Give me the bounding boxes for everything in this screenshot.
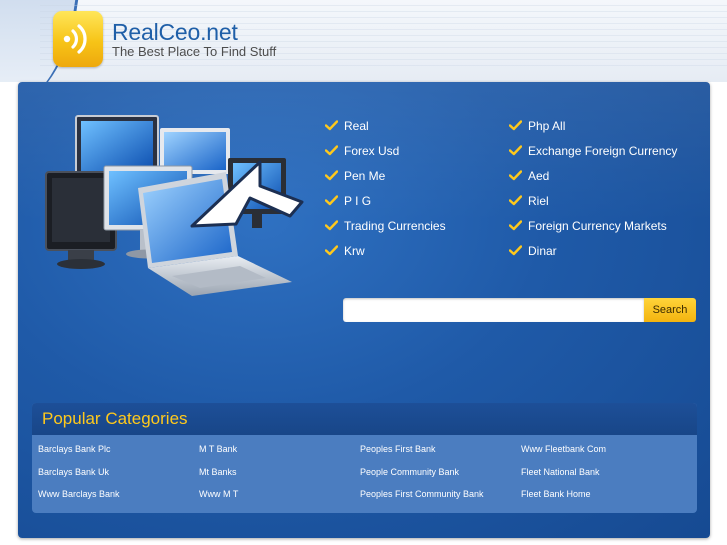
keyword-link[interactable]: Foreign Currency Markets: [509, 218, 689, 235]
popular-categories-header: Popular Categories: [32, 403, 697, 435]
site-logo[interactable]: [53, 11, 103, 67]
checkmark-icon: [325, 220, 338, 231]
keyword-link[interactable]: Php All: [509, 118, 689, 135]
main-panel: Real Forex Usd Pen Me P I G Trading Curr…: [18, 82, 710, 538]
checkmark-icon: [325, 170, 338, 181]
category-link[interactable]: Www Fleetbank Com: [521, 444, 681, 455]
category-column: Barclays Bank Plc Barclays Bank Uk Www B…: [38, 444, 198, 512]
category-link[interactable]: Fleet National Bank: [521, 467, 681, 478]
category-link[interactable]: Peoples First Bank: [360, 444, 520, 455]
checkmark-icon: [325, 145, 338, 156]
signal-waves-icon: [63, 24, 87, 54]
search-button[interactable]: Search: [644, 298, 696, 322]
checkmark-icon: [509, 195, 522, 206]
category-link[interactable]: Www Barclays Bank: [38, 489, 198, 500]
keyword-list-left: Real Forex Usd Pen Me P I G Trading Curr…: [325, 118, 495, 268]
checkmark-icon: [509, 220, 522, 231]
category-link[interactable]: People Community Bank: [360, 467, 520, 478]
keyword-label[interactable]: Forex Usd: [344, 144, 399, 158]
search-input[interactable]: [343, 298, 644, 322]
category-link[interactable]: Mt Banks: [199, 467, 359, 478]
keyword-link[interactable]: Riel: [509, 193, 689, 210]
keyword-list-right: Php All Exchange Foreign Currency Aed Ri…: [509, 118, 689, 268]
category-link[interactable]: M T Bank: [199, 444, 359, 455]
popular-categories-title: Popular Categories: [42, 409, 188, 428]
checkmark-icon: [325, 120, 338, 131]
keyword-link[interactable]: Exchange Foreign Currency: [509, 143, 689, 160]
keyword-link[interactable]: Krw: [325, 243, 495, 260]
keyword-label[interactable]: Real: [344, 119, 369, 133]
keyword-link[interactable]: Aed: [509, 168, 689, 185]
category-column: Peoples First Bank People Community Bank…: [360, 444, 520, 512]
checkmark-icon: [325, 245, 338, 256]
site-tagline: The Best Place To Find Stuff: [112, 44, 277, 59]
keyword-link[interactable]: Dinar: [509, 243, 689, 260]
keyword-label[interactable]: Pen Me: [344, 169, 385, 183]
keyword-label[interactable]: Aed: [528, 169, 549, 183]
computers-illustration: [45, 115, 304, 296]
keyword-label[interactable]: P I G: [344, 194, 371, 208]
keyword-label[interactable]: Php All: [528, 119, 565, 133]
checkmark-icon: [509, 170, 522, 181]
keyword-label[interactable]: Exchange Foreign Currency: [528, 144, 677, 158]
keyword-label[interactable]: Riel: [528, 194, 549, 208]
keyword-label[interactable]: Foreign Currency Markets: [528, 219, 667, 233]
keyword-link[interactable]: Forex Usd: [325, 143, 495, 160]
keyword-label[interactable]: Trading Currencies: [344, 219, 446, 233]
category-link[interactable]: Www M T: [199, 489, 359, 500]
checkmark-icon: [509, 120, 522, 131]
checkmark-icon: [509, 145, 522, 156]
category-link[interactable]: Fleet Bank Home: [521, 489, 681, 500]
category-link[interactable]: Barclays Bank Plc: [38, 444, 198, 455]
keyword-link[interactable]: P I G: [325, 193, 495, 210]
site-title[interactable]: RealCeo.net: [112, 19, 238, 46]
keyword-label[interactable]: Dinar: [528, 244, 557, 258]
keyword-link[interactable]: Real: [325, 118, 495, 135]
site-header: [0, 0, 727, 82]
category-link[interactable]: Barclays Bank Uk: [38, 467, 198, 478]
checkmark-icon: [509, 245, 522, 256]
keyword-label[interactable]: Krw: [344, 244, 365, 258]
checkmark-icon: [325, 195, 338, 206]
category-column: M T Bank Mt Banks Www M T: [199, 444, 359, 512]
search-bar: Search: [343, 298, 696, 322]
popular-categories: Popular Categories Barclays Bank Plc Bar…: [32, 403, 697, 513]
keyword-link[interactable]: Pen Me: [325, 168, 495, 185]
category-column: Www Fleetbank Com Fleet National Bank Fl…: [521, 444, 681, 512]
category-link[interactable]: Peoples First Community Bank: [360, 489, 520, 500]
keyword-link[interactable]: Trading Currencies: [325, 218, 495, 235]
